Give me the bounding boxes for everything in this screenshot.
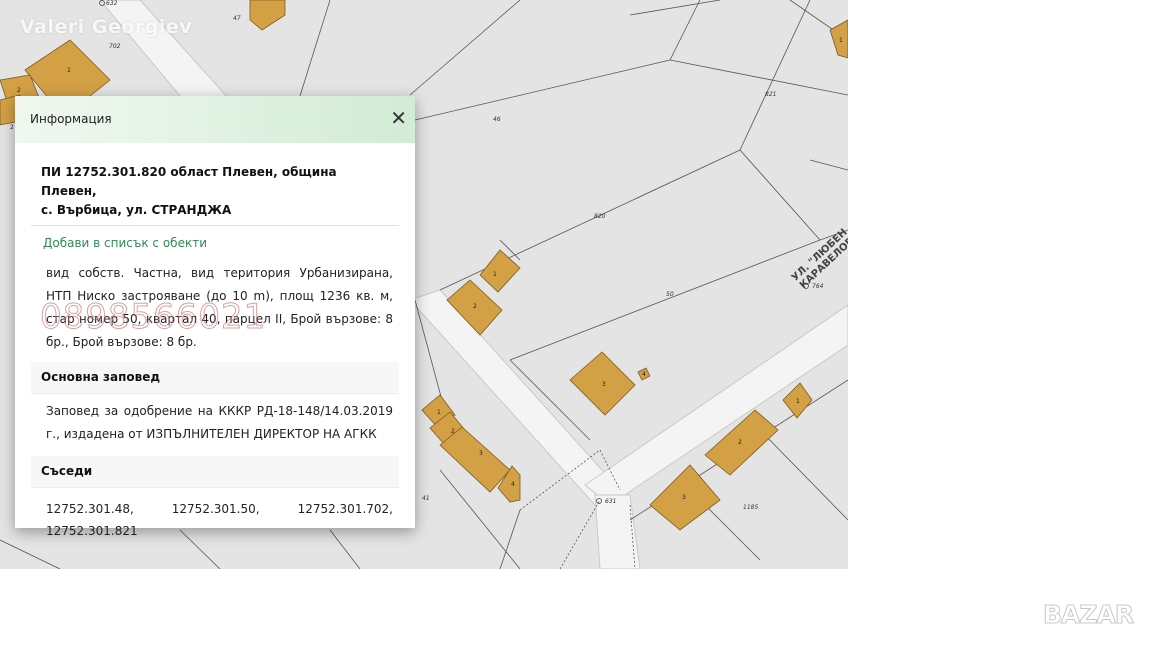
building-number: 4 <box>511 481 515 488</box>
parcel-identifier: ПИ 12752.301.820 област Плевен, община П… <box>31 160 399 226</box>
parcel-number: 50 <box>666 291 674 298</box>
building <box>249 0 286 31</box>
order-text: Заповед за одобрение на КККР РД-18-148/1… <box>46 404 393 441</box>
parcel-number: 631 <box>605 498 616 505</box>
parcel-number: 821 <box>765 91 776 98</box>
neighbor-parcel: 12752.301.50, <box>171 502 260 516</box>
parcel-line: с. Върбица, ул. СТРАНДЖА <box>41 203 232 217</box>
parcel-number: 702 <box>109 43 121 50</box>
popup-header: Информация ✕ <box>15 96 415 143</box>
neighbor-parcel: 12752.301.702, <box>297 502 393 516</box>
building-number: 2 <box>17 87 21 94</box>
add-to-list-link[interactable]: Добави в списък с обекти <box>43 236 415 250</box>
parcel-line: ПИ 12752.301.820 област Плевен, община П… <box>41 165 337 198</box>
building-number: 3 <box>602 381 606 388</box>
building <box>479 249 521 293</box>
neighbors-heading: Съседи <box>31 456 399 488</box>
parcel-number: 820 <box>594 213 606 220</box>
building-number: 1 <box>437 409 441 416</box>
building-number: 4 <box>642 371 646 378</box>
parcel-number: 1185 <box>743 504 758 511</box>
order-heading: Основна заповед <box>31 362 399 394</box>
building-number: 3 <box>479 450 483 457</box>
building-number: 1 <box>67 67 71 74</box>
seller-watermark: Valeri Georgiev <box>20 16 193 38</box>
building-number: 1 <box>493 271 497 278</box>
road-south <box>594 494 641 569</box>
building <box>439 426 511 493</box>
parcel-number: 632 <box>106 0 118 7</box>
building-number: 2 <box>473 303 477 310</box>
building-number: 1 <box>839 37 843 44</box>
parcel-number: 47 <box>233 15 241 22</box>
building-number: 3 <box>682 494 686 501</box>
parcel-number: 41 <box>422 495 430 502</box>
building-number: 1 <box>796 398 800 405</box>
phone-watermark: 0898566021 <box>39 297 267 338</box>
parcel-number: 764 <box>812 283 824 290</box>
parcel-number: 46 <box>493 116 501 123</box>
neighbor-parcel: 12752.301.48, <box>46 502 134 516</box>
neighbors-list: 12752.301.48, 12752.301.50, 12752.301.70… <box>46 498 393 542</box>
building-number: 2 <box>10 124 14 131</box>
close-icon[interactable]: ✕ <box>390 108 407 128</box>
neighbor-parcel: 12752.301.821 <box>46 524 138 538</box>
popup-title: Информация <box>30 112 112 126</box>
building-number: 2 <box>451 428 455 435</box>
bazar-logo: BAZAR <box>1042 600 1134 630</box>
building-number: 2 <box>738 439 742 446</box>
